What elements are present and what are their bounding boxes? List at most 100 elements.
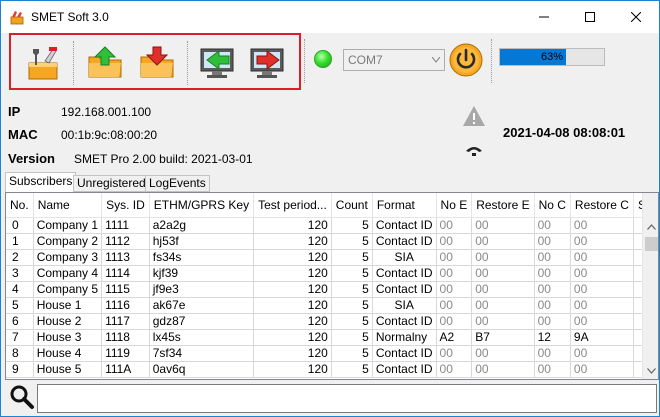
- table-cell: 00: [570, 313, 634, 330]
- progress-label: 63%: [540, 51, 564, 63]
- version-value: SMET Pro 2.00 build: 2021-03-01: [74, 152, 253, 166]
- search-icon[interactable]: [9, 384, 35, 410]
- search-input[interactable]: [37, 384, 657, 413]
- window-title: SMET Soft 3.0: [31, 10, 109, 24]
- table-cell: 7sf34: [149, 345, 255, 362]
- minimize-button[interactable]: [521, 1, 567, 33]
- table-cell: 00: [570, 345, 634, 362]
- tab-unregistered[interactable]: Unregistered: [73, 175, 150, 192]
- table-cell: 5: [331, 329, 373, 346]
- tab-subscribers[interactable]: Subscribers: [5, 172, 77, 192]
- table-cell: Contact ID: [372, 313, 437, 330]
- column-header[interactable]: Count: [331, 193, 373, 218]
- table-cell: 00: [534, 249, 571, 266]
- column-header[interactable]: No E: [436, 193, 473, 218]
- com-port-select[interactable]: COM7: [343, 49, 445, 71]
- scroll-down-button[interactable]: [643, 362, 658, 379]
- table-cell: 5: [331, 361, 373, 378]
- close-button[interactable]: [613, 1, 659, 33]
- table-row[interactable]: 4 Company 5 1115 jf9e3 120 5 Contact ID 00 00 00 0…: [6, 281, 658, 298]
- table-cell: Contact ID: [372, 217, 437, 234]
- table-cell: 5: [6, 297, 34, 314]
- column-header[interactable]: Format: [372, 193, 437, 218]
- table-row[interactable]: 7 House 3 1118 lx45s 120 5 Normalny A2 B7 12 9A: [6, 329, 658, 346]
- close-icon: [631, 12, 641, 22]
- table-cell: House 5: [33, 361, 103, 378]
- title-bar: SMET Soft 3.0: [1, 1, 659, 33]
- progress-bar: 63%: [499, 48, 605, 66]
- table-cell: 0av6q: [149, 361, 255, 378]
- table-cell: 2: [6, 249, 34, 266]
- table-cell: 00: [471, 233, 535, 250]
- table-row[interactable]: 1 Company 2 1112 hj53f 120 5 Contact ID 00 00 00 0…: [6, 233, 658, 250]
- table-cell: 120: [253, 233, 332, 250]
- toolbar-separator: [73, 41, 74, 85]
- column-header[interactable]: No C: [534, 193, 571, 218]
- column-header[interactable]: Name: [33, 193, 103, 218]
- table-cell: 00: [436, 233, 473, 250]
- table-row[interactable]: 2 Company 3 1113 fs34s 120 5 SIA 00 00 00 00: [6, 249, 658, 266]
- connection-led-icon: [314, 50, 332, 68]
- scroll-thumb[interactable]: [645, 237, 658, 251]
- column-header[interactable]: Sys. ID: [101, 193, 150, 218]
- table-cell: 00: [471, 281, 535, 298]
- subscribers-grid[interactable]: No. Name Sys. ID ETHM/GPRS Key Test period..…: [5, 192, 659, 380]
- table-row[interactable]: 5 House 1 1116 ak67e 120 5 SIA 00 00 00 00: [6, 297, 658, 314]
- table-cell: 1119: [101, 345, 150, 362]
- table-cell: 0: [6, 217, 34, 234]
- table-cell: fs34s: [149, 249, 255, 266]
- table-cell: 00: [570, 233, 634, 250]
- ip-value: 192.168.001.100: [61, 105, 152, 119]
- table-cell: B7: [471, 329, 535, 346]
- table-cell: 5: [331, 345, 373, 362]
- table-cell: 5: [331, 297, 373, 314]
- table-cell: 9A: [570, 329, 634, 346]
- table-row[interactable]: 9 House 5 111A 0av6q 120 5 Contact ID 00 00 00 00: [6, 361, 658, 378]
- table-cell: 5: [331, 249, 373, 266]
- column-header[interactable]: ETHM/GPRS Key: [149, 193, 255, 218]
- toolbar-separator: [491, 39, 492, 83]
- table-cell: hj53f: [149, 233, 255, 250]
- table-row[interactable]: 8 House 4 1119 7sf34 120 5 Contact ID 00 00 00 00: [6, 345, 658, 362]
- table-cell: 00: [471, 297, 535, 314]
- table-cell: 120: [253, 265, 332, 282]
- table-cell: 00: [471, 361, 535, 378]
- download-button[interactable]: [135, 41, 179, 85]
- settings-tool-button[interactable]: [21, 41, 65, 85]
- table-cell: Company 4: [33, 265, 103, 282]
- table-cell: 00: [534, 217, 571, 234]
- table-cell: 00: [534, 265, 571, 282]
- mac-label: MAC: [8, 127, 38, 142]
- column-header[interactable]: Test period...: [253, 193, 332, 218]
- power-button[interactable]: [449, 43, 483, 77]
- column-header[interactable]: Restore E: [471, 193, 535, 218]
- table-cell: 1116: [101, 297, 150, 314]
- maximize-button[interactable]: [567, 1, 613, 33]
- table-cell: 00: [570, 217, 634, 234]
- table-cell: 00: [471, 217, 535, 234]
- table-cell: 120: [253, 249, 332, 266]
- table-cell: 00: [570, 361, 634, 378]
- table-cell: 00: [570, 281, 634, 298]
- table-cell: 00: [436, 361, 473, 378]
- table-row[interactable]: 0 Company 1 1111 a2a2g 120 5 Contact ID 00 00 00 0…: [6, 217, 658, 234]
- column-header[interactable]: No.: [6, 193, 34, 218]
- table-cell: 7: [6, 329, 34, 346]
- table-cell: 1113: [101, 249, 150, 266]
- minimize-icon: [539, 16, 549, 18]
- scroll-up-button[interactable]: [643, 218, 658, 235]
- import-button[interactable]: [195, 41, 239, 85]
- table-cell: Company 2: [33, 233, 103, 250]
- table-cell: 00: [534, 345, 571, 362]
- column-header[interactable]: Restore C: [570, 193, 634, 218]
- table-row[interactable]: 6 House 2 1117 gdz87 120 5 Contact ID 00 00 00 00: [6, 313, 658, 330]
- warning-icon: [463, 106, 485, 126]
- table-row[interactable]: 3 Company 4 1114 kjf39 120 5 Contact ID 00 00 00 0…: [6, 265, 658, 282]
- upload-button[interactable]: [83, 41, 127, 85]
- table-cell: 00: [436, 345, 473, 362]
- table-cell: 120: [253, 345, 332, 362]
- tab-logevents[interactable]: LogEvents: [145, 175, 210, 192]
- vertical-scrollbar[interactable]: [642, 193, 658, 379]
- export-button[interactable]: [245, 41, 289, 85]
- monitor-left-icon: [200, 48, 234, 78]
